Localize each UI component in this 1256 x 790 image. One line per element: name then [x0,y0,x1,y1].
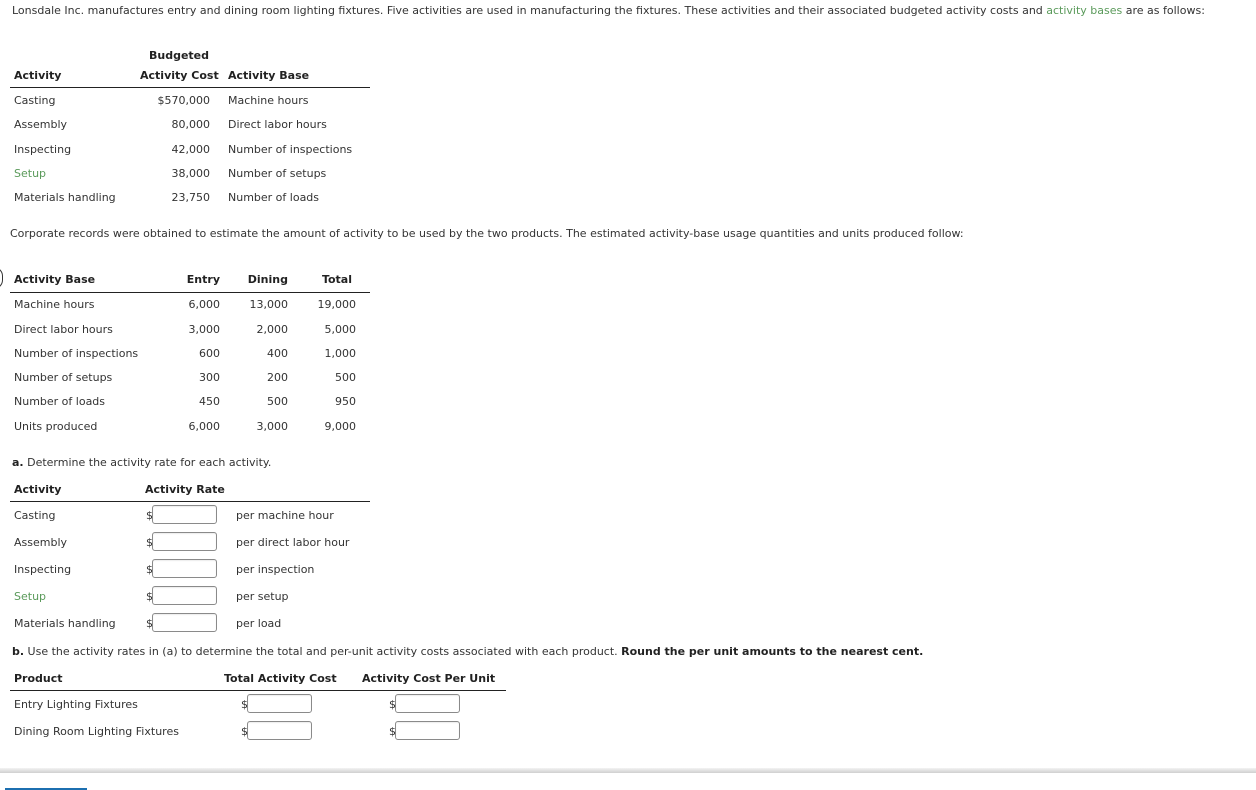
entry-per-unit-input[interactable] [395,694,460,713]
header-activity-base: Activity Base [14,273,96,286]
setup-rate-input[interactable] [152,586,217,605]
footer-divider [0,768,1256,773]
part-a-instruction: a. Determine the activity rate for each … [12,456,272,469]
header-activity: Activity [14,69,62,82]
header-dining: Dining [247,273,288,286]
activity-bases-link[interactable]: activity bases [1046,4,1122,17]
header-total-activity-cost: Total Activity Cost [224,672,337,685]
header-activity-cost: Activity Cost [140,69,219,82]
casting-rate-input[interactable] [152,505,217,524]
header-activity-cost-per-unit: Activity Cost Per Unit [362,672,496,685]
header-entry: Entry [186,273,220,286]
header-total: Total [321,273,352,286]
header-rule [10,690,506,691]
header-activity-rate: Activity Rate [145,483,225,496]
header-activity: Activity [14,483,62,496]
header-rule [10,87,370,88]
header-rule [10,501,370,502]
setup-link[interactable]: Setup [14,167,46,180]
dining-total-cost-input[interactable] [247,721,312,740]
corporate-paragraph: Corporate records were obtained to estim… [10,227,964,240]
materials-handling-rate-input[interactable] [152,613,217,632]
intro-paragraph: Lonsdale Inc. manufactures entry and din… [12,4,1205,17]
part-b-instruction: b. Use the activity rates in (a) to dete… [12,645,924,658]
header-product: Product [14,672,63,685]
setup-link[interactable]: Setup [14,590,46,603]
header-activity-base: Activity Base [228,69,310,82]
entry-total-cost-input[interactable] [247,694,312,713]
dining-per-unit-input[interactable] [395,721,460,740]
inspecting-rate-input[interactable] [152,559,217,578]
marker-icon [0,267,3,289]
assembly-rate-input[interactable] [152,532,217,551]
header-rule [10,292,370,293]
header-budgeted: Budgeted [149,49,210,62]
